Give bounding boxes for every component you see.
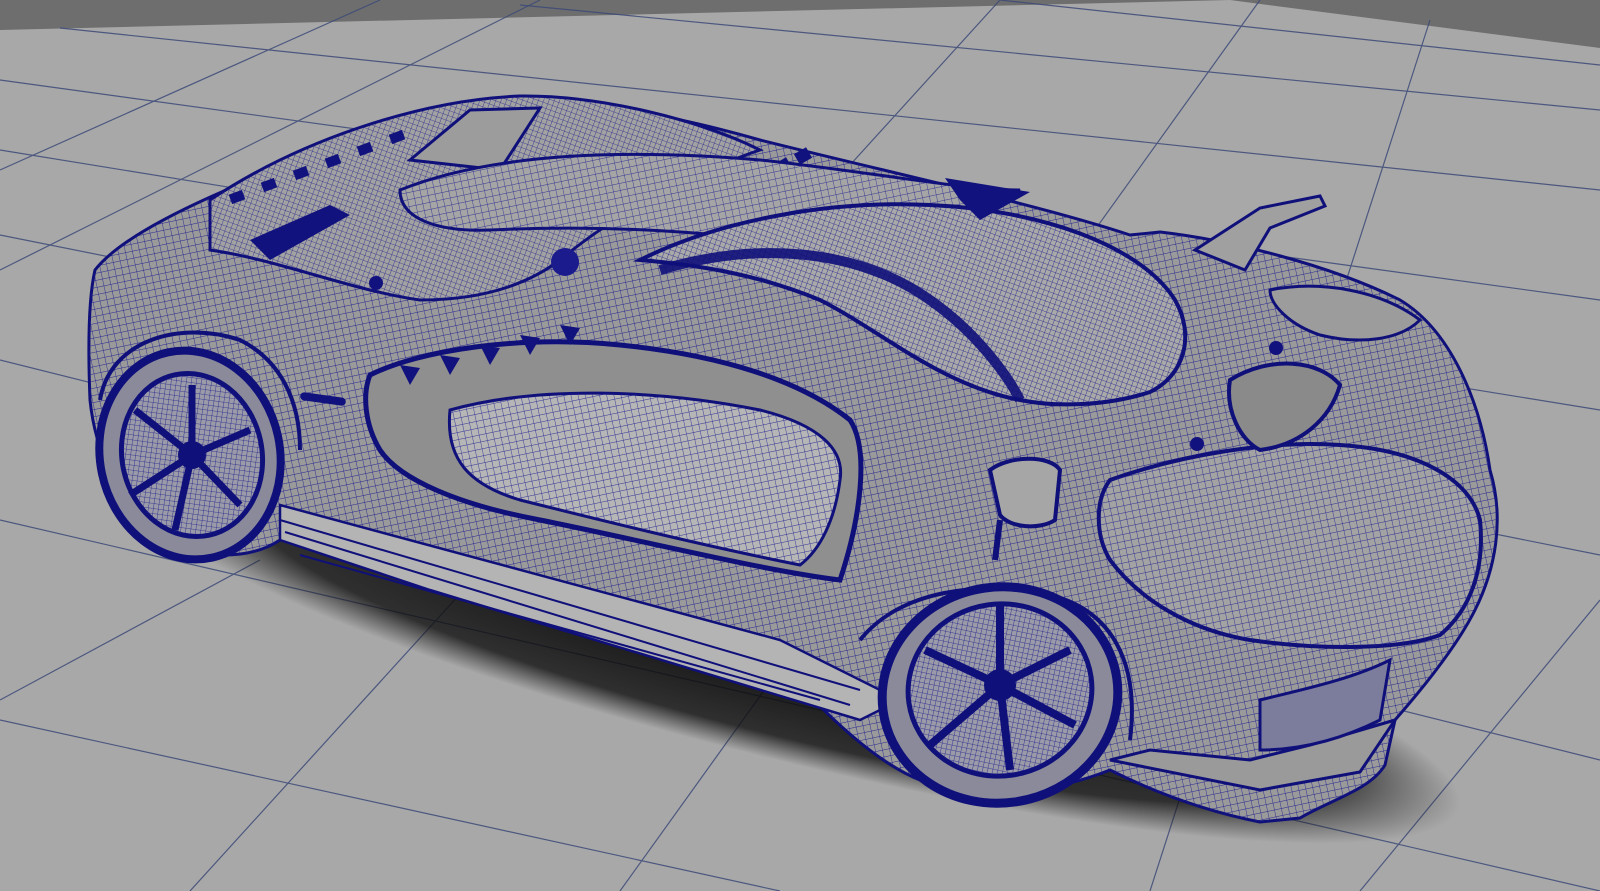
front-wheel-hub — [984, 669, 1016, 701]
viewport-canvas[interactable] — [0, 0, 1600, 891]
rear-wheel-hub — [178, 441, 206, 469]
side-mirror[interactable] — [987, 456, 1063, 529]
body-detail-dot — [1190, 437, 1204, 451]
body-detail-dot — [369, 276, 383, 290]
fuel-cap — [551, 248, 579, 276]
maya-perspective-viewport[interactable] — [0, 0, 1600, 891]
body-detail-dot — [1269, 341, 1283, 355]
